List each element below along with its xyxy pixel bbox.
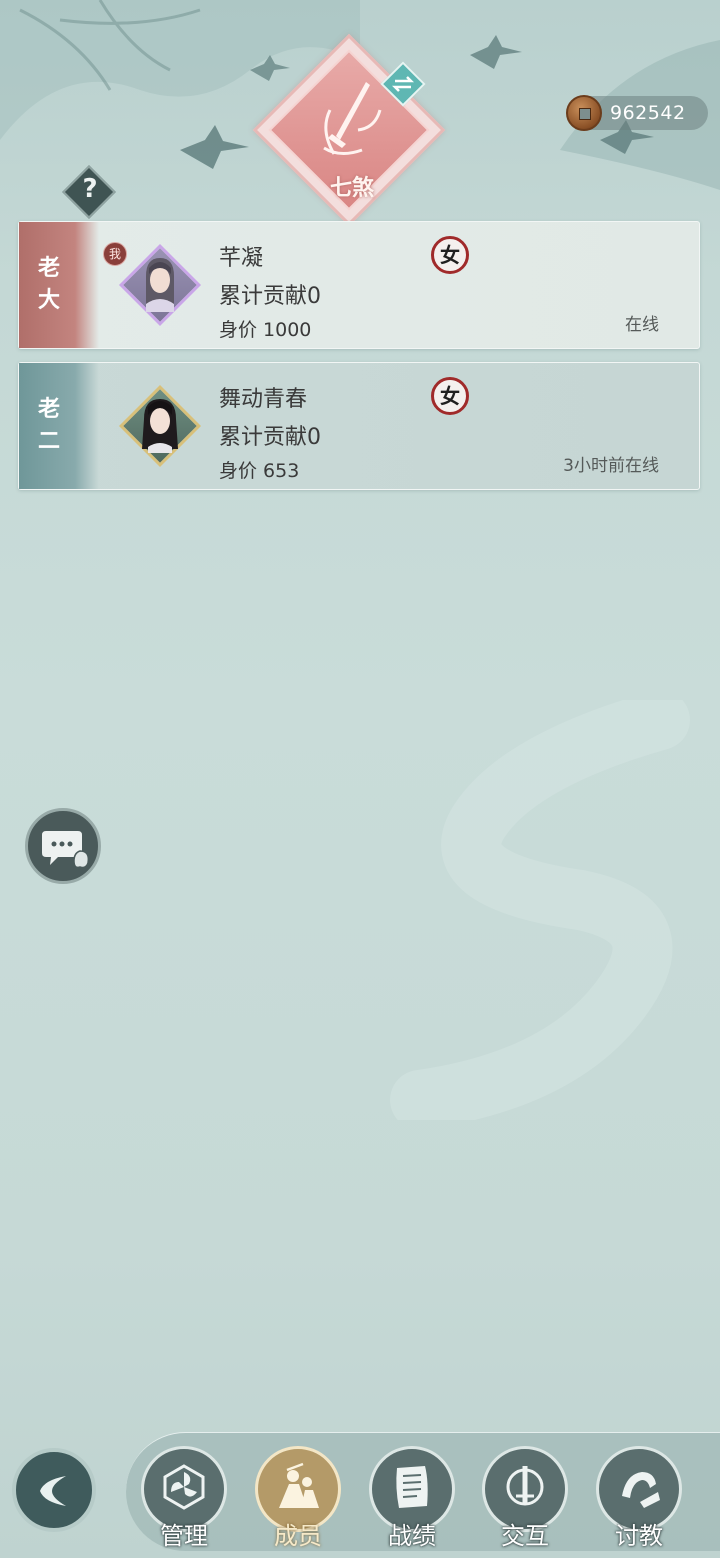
tab-label: 交互	[501, 1522, 549, 1550]
tab-label: 成员	[274, 1522, 322, 1550]
members-icon	[279, 1462, 319, 1508]
sword-icon	[506, 1466, 544, 1506]
copper-coin-icon	[566, 95, 602, 131]
online-status: 在线	[625, 315, 659, 335]
question-mark-icon[interactable]: ?	[78, 174, 102, 204]
avatar[interactable]	[117, 383, 203, 469]
member-name: 舞动青春	[219, 387, 308, 412]
tab-manage[interactable]: 管理	[141, 1446, 229, 1550]
member-contribution: 累计贡献0	[219, 425, 321, 450]
gender-badge: 女	[431, 236, 469, 274]
tab-label: 讨教	[615, 1522, 663, 1550]
member-contribution: 累计贡献0	[219, 284, 321, 309]
guild-emblem-text: 七煞	[329, 175, 374, 201]
character-portrait-icon	[142, 399, 178, 453]
rank-label: 老大	[37, 255, 60, 313]
member-name: 芊凝	[219, 246, 264, 271]
tab-records[interactable]: 战绩	[369, 1446, 457, 1550]
back-arrow-icon	[40, 1476, 66, 1506]
character-portrait-icon	[146, 258, 174, 312]
pinwheel-icon	[163, 1464, 205, 1510]
tab-interact[interactable]: 交互	[482, 1446, 570, 1550]
online-status: 3小时前在线	[563, 456, 659, 476]
tab-challenge[interactable]: 讨教	[596, 1446, 684, 1550]
coin-counter: 962542	[566, 95, 708, 131]
rank-tab: 老大	[19, 222, 99, 348]
chat-bubble-icon	[42, 831, 90, 869]
cloud-swirl-decoration	[390, 700, 690, 1120]
back-button[interactable]	[12, 1448, 96, 1532]
scroll-icon	[396, 1466, 428, 1508]
tab-members[interactable]: 成员	[255, 1446, 343, 1550]
swap-icon[interactable]	[392, 74, 414, 94]
rank-tab: 老二	[19, 363, 99, 489]
member-worth: 身价 1000	[219, 319, 312, 341]
avatar[interactable]	[117, 242, 203, 328]
rank-label: 老二	[37, 396, 60, 454]
member-row[interactable]: 老二 舞动青春 女 累计贡献0 身价 653 3小时前在线	[18, 362, 700, 490]
member-worth: 身价 653	[219, 460, 300, 482]
member-row[interactable]: 老大 我 芊凝 女 累计贡献0 身价 1000 在线	[18, 221, 700, 349]
chat-button[interactable]	[25, 808, 101, 884]
self-badge: 我	[103, 242, 127, 266]
gender-badge: 女	[431, 377, 469, 415]
tab-label: 战绩	[388, 1522, 436, 1550]
tab-label: 管理	[160, 1522, 208, 1550]
coin-value: 962542	[610, 102, 686, 124]
fist-icon	[622, 1472, 660, 1508]
